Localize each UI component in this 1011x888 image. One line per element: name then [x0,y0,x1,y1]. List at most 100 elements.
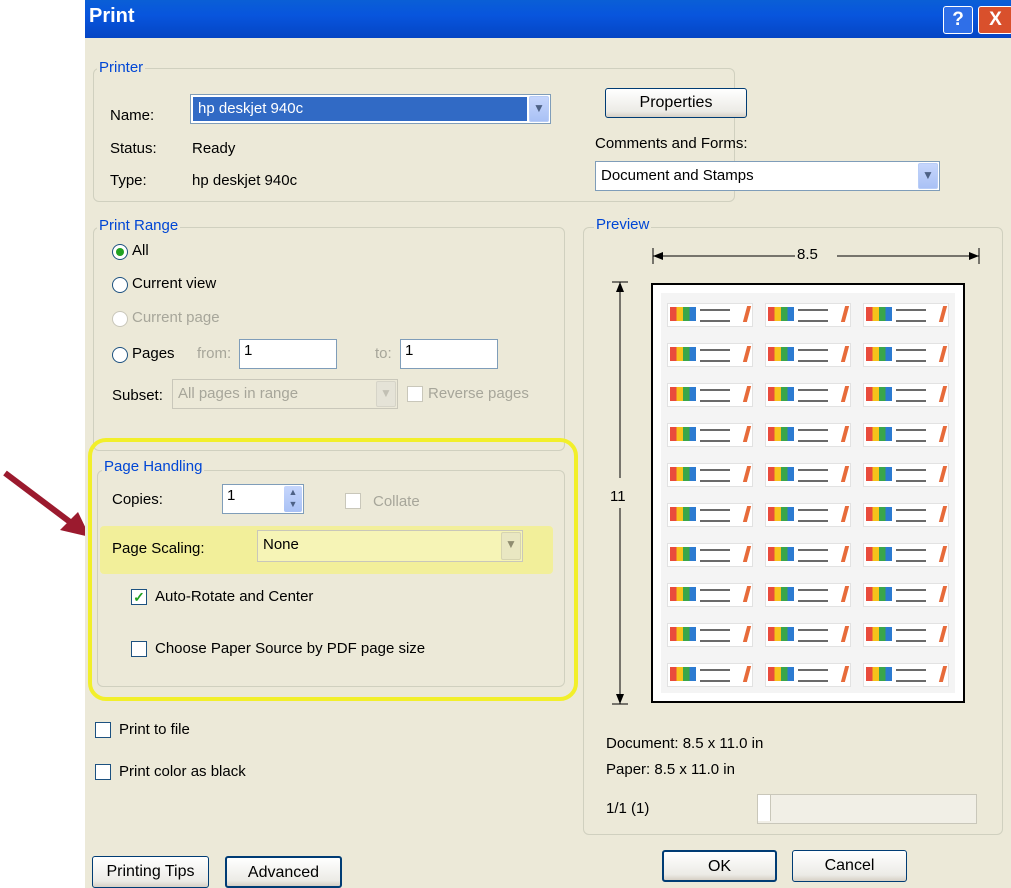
label-logo [768,347,794,361]
from-page-input[interactable]: 1 [239,339,337,369]
printing-tips-button[interactable]: Printing Tips [92,856,209,888]
label-logo [670,507,696,521]
label-glyph [840,506,850,522]
paper-info: Paper: 8.5 x 11.0 in [606,761,735,778]
window-title: Print [89,5,135,27]
label-text-lines [700,389,730,402]
label-text-lines [896,549,926,562]
auto-rotate-checkbox[interactable]: ✓ [131,589,147,605]
printer-name-select[interactable]: hp deskjet 940c ▼ [190,94,551,124]
label-thumbnail [765,343,851,367]
label-logo [768,547,794,561]
label-text-lines [798,669,828,682]
type-label: Type: [110,172,147,189]
label-glyph [742,306,752,322]
label-text-lines [896,389,926,402]
print-to-file-checkbox[interactable] [95,722,111,738]
collate-checkbox[interactable] [345,493,361,509]
label-text-lines [896,309,926,322]
page-slider[interactable] [757,794,977,824]
label-text-lines [700,469,730,482]
label-thumbnail [667,423,753,447]
title-bar[interactable]: Print ? X [85,0,1011,38]
label-logo [768,667,794,681]
label-thumbnail [863,423,949,447]
label-thumbnail [863,663,949,687]
label-logo [866,587,892,601]
from-label: from: [197,345,232,362]
label-logo [670,627,696,641]
advanced-button[interactable]: Advanced [225,856,342,888]
ok-button[interactable]: OK [662,850,777,882]
label-thumbnail [863,583,949,607]
label-glyph [938,626,948,642]
label-glyph [938,426,948,442]
width-label: 8.5 [797,246,818,263]
label-glyph [742,386,752,402]
current-page-label: Current page [132,309,220,326]
label-logo [866,387,892,401]
label-thumbnail [667,503,753,527]
current-view-radio[interactable] [112,277,128,293]
label-text-lines [798,629,828,642]
label-thumbnail [765,543,851,567]
paper-source-checkbox[interactable] [131,641,147,657]
chevron-down-icon[interactable]: ▼ [529,96,549,122]
comments-select[interactable]: Document and Stamps ▼ [595,161,940,191]
page-handling-legend: Page Handling [102,458,205,475]
label-text-lines [798,469,828,482]
label-thumbnail [667,543,753,567]
all-radio[interactable] [112,244,128,260]
print-range-legend: Print Range [97,217,181,234]
copies-input[interactable]: 1 ▲ ▼ [222,484,304,514]
label-logo [768,387,794,401]
status-label: Status: [110,140,157,157]
slider-thumb[interactable] [758,795,771,821]
label-glyph [742,466,752,482]
label-thumbnail [765,623,851,647]
label-thumbnail [765,383,851,407]
label-logo [670,547,696,561]
label-logo [866,627,892,641]
label-text-lines [896,629,926,642]
page-preview [651,283,965,703]
to-page-input[interactable]: 1 [400,339,498,369]
subset-select[interactable]: All pages in range ▼ [172,379,398,409]
chevron-down-icon[interactable]: ▼ [918,163,938,189]
reverse-pages-checkbox[interactable] [407,386,423,402]
label-glyph [742,586,752,602]
copies-stepper[interactable]: ▲ ▼ [284,486,302,512]
chevron-down-icon[interactable]: ▼ [376,381,396,407]
label-logo [768,587,794,601]
close-button[interactable]: X [978,6,1011,34]
label-thumbnail [863,303,949,327]
pages-radio[interactable] [112,347,128,363]
label-thumbnail [863,503,949,527]
page-scaling-select[interactable]: None ▼ [257,530,523,562]
label-text-lines [700,629,730,642]
label-text-lines [798,549,828,562]
label-thumbnail [765,303,851,327]
chevron-down-icon[interactable]: ▼ [501,532,521,560]
label-text-lines [700,669,730,682]
properties-button[interactable]: Properties [605,88,747,118]
label-text-lines [798,509,828,522]
label-logo [670,667,696,681]
label-logo [866,547,892,561]
label-text-lines [896,429,926,442]
help-button[interactable]: ? [943,6,973,34]
print-color-as-black-checkbox[interactable] [95,764,111,780]
comments-value: Document and Stamps [601,167,754,184]
label-thumbnail [765,423,851,447]
page-counter: 1/1 (1) [606,800,650,817]
name-label: Name: [110,107,155,124]
pages-label: Pages [132,345,175,362]
type-value: hp deskjet 940c [192,172,298,189]
label-thumbnail [863,383,949,407]
label-glyph [840,386,850,402]
label-logo [768,507,794,521]
current-page-radio[interactable] [112,311,128,327]
label-logo [866,467,892,481]
label-glyph [840,586,850,602]
cancel-button[interactable]: Cancel [792,850,907,882]
